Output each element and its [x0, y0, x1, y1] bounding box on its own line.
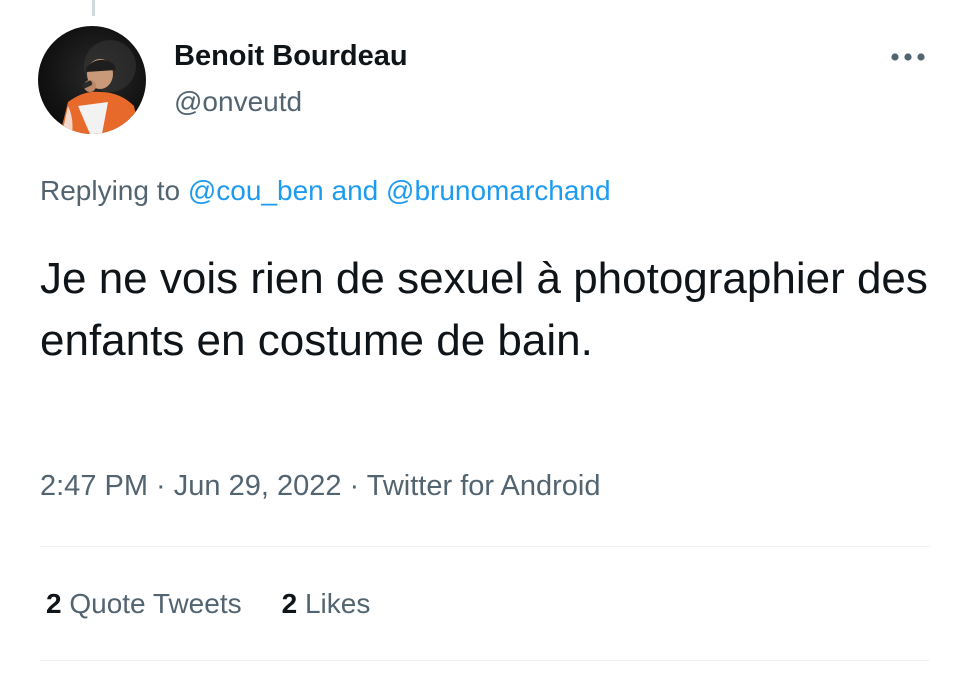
author-display-name[interactable]: Benoit Bourdeau [174, 40, 408, 73]
likes-link[interactable]: 2 Likes [282, 588, 371, 620]
divider [40, 660, 930, 661]
replying-to-label: Replying to [40, 175, 188, 206]
quote-tweets-count: 2 [46, 588, 62, 619]
engagement-stats: 2 Quote Tweets 2 Likes [46, 588, 370, 620]
mention-link-cou-ben[interactable]: @cou_ben [188, 175, 324, 206]
tweet-time[interactable]: 2:47 PM [40, 470, 148, 502]
meta-separator: · [148, 470, 174, 502]
avatar-photo [60, 40, 140, 134]
meta-separator: · [341, 470, 367, 502]
tweet-date[interactable]: Jun 29, 2022 [174, 470, 342, 502]
tweet-text: Je ne vois rien de sexuel à photographie… [40, 254, 928, 365]
divider [40, 546, 930, 547]
tweet-source[interactable]: Twitter for Android [367, 470, 601, 502]
likes-label: Likes [297, 588, 371, 619]
tweet-metadata: 2:47 PM · Jun 29, 2022 · Twitter for And… [40, 470, 600, 503]
likes-count: 2 [281, 588, 298, 619]
thread-connector-line [92, 0, 95, 16]
mention-link-brunomarchand[interactable]: @brunomarchand [386, 175, 611, 206]
replying-to-connector: and [323, 175, 387, 206]
avatar[interactable] [38, 26, 146, 134]
quote-tweets-link[interactable]: 2 Quote Tweets [46, 588, 242, 620]
quote-tweets-label: Quote Tweets [61, 588, 242, 619]
author-handle[interactable]: @onveutd [174, 86, 302, 118]
more-horizontal-icon [891, 53, 925, 61]
more-options-button[interactable] [886, 42, 930, 72]
replying-to-line: Replying to @cou_ben and @brunomarchand [40, 175, 611, 207]
